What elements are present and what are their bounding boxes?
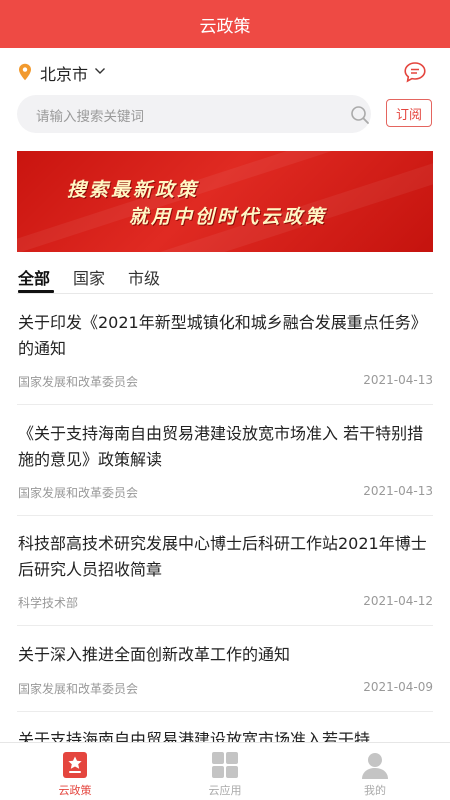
news-title[interactable]: 《关于支持海南自由贸易港建设放宽市场准入 若干特别措施的意见》政策解读 <box>18 421 432 473</box>
nav-label: 我的 <box>364 784 386 797</box>
divider <box>17 293 433 294</box>
bottom-navigation: 云政策 云应用 我的 <box>0 742 450 800</box>
nav-item-apps[interactable]: 云应用 <box>150 743 300 800</box>
news-title[interactable]: 科技部高技术研究发展中心博士后科研工作站2021年博士后研究人员招收简章 <box>18 531 432 583</box>
location-row: 北京市 <box>0 56 450 88</box>
nav-item-policy[interactable]: 云政策 <box>0 743 150 800</box>
banner-headline: 搜索最新政策 <box>67 179 200 201</box>
nav-item-profile[interactable]: 我的 <box>300 743 450 800</box>
news-date: 2021-04-13 <box>363 373 433 387</box>
category-tabs: 全部 国家 市级 <box>0 262 450 296</box>
apps-grid-icon <box>212 752 238 778</box>
policy-star-icon <box>63 752 87 778</box>
nav-label: 云政策 <box>58 784 92 797</box>
location-pin-icon[interactable] <box>18 63 32 81</box>
nav-label: 云应用 <box>208 784 242 797</box>
search-icon[interactable] <box>350 105 370 125</box>
divider <box>17 515 433 516</box>
page-title: 云政策 <box>199 16 251 37</box>
news-title[interactable]: 关于深入推进全面创新改革工作的通知 <box>18 642 432 668</box>
news-source: 国家发展和改革委员会 <box>18 682 139 696</box>
subscribe-button[interactable]: 订阅 <box>386 99 432 127</box>
divider <box>17 625 433 626</box>
city-selector[interactable]: 北京市 <box>40 61 88 85</box>
promo-banner[interactable]: 搜索最新政策 就用中创时代云政策 <box>17 151 433 252</box>
news-date: 2021-04-12 <box>363 594 433 608</box>
chevron-down-icon[interactable] <box>94 66 106 76</box>
news-title[interactable]: 关于印发《2021年新型城镇化和城乡融合发展重点任务》的通知 <box>18 310 432 362</box>
search-bar[interactable]: 请输入搜索关键词 <box>17 95 371 133</box>
tab-city[interactable]: 市级 <box>128 265 160 289</box>
user-icon <box>362 753 388 779</box>
news-source: 国家发展和改革委员会 <box>18 375 139 389</box>
news-source: 科学技术部 <box>18 596 79 610</box>
tab-all[interactable]: 全部 <box>18 265 50 289</box>
news-source: 国家发展和改革委员会 <box>18 486 139 500</box>
message-icon[interactable] <box>403 61 427 83</box>
banner-subheadline: 就用中创时代云政策 <box>129 206 328 228</box>
tab-national[interactable]: 国家 <box>73 265 105 289</box>
news-date: 2021-04-13 <box>363 484 433 498</box>
search-placeholder[interactable]: 请输入搜索关键词 <box>36 105 144 125</box>
news-date: 2021-04-09 <box>363 680 433 694</box>
title-bar: 云政策 <box>0 0 450 48</box>
divider <box>17 404 433 405</box>
divider <box>17 711 433 712</box>
